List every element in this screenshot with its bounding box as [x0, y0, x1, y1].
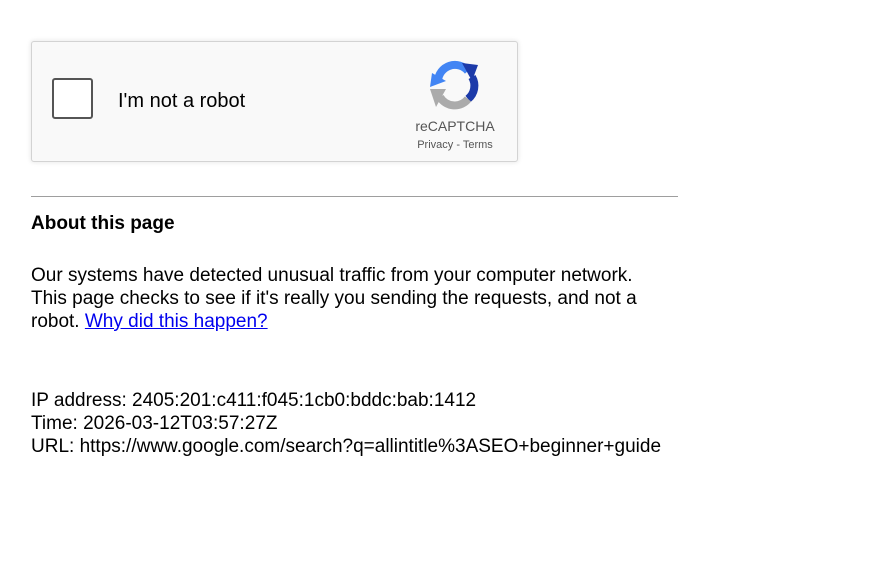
recaptcha-widget: I'm not a robot reCAPTCHA Privacy - Term… [31, 41, 518, 162]
time: Time: 2026-03-12T03:57:27Z [31, 413, 278, 434]
about-title: About this page [31, 213, 175, 234]
divider [31, 196, 678, 197]
privacy-link[interactable]: Privacy [417, 139, 453, 151]
not-a-robot-checkbox[interactable] [52, 78, 93, 119]
request-info: IP address: 2405:201:c411:f045:1cb0:bddc… [31, 389, 691, 458]
about-text: Our systems have detected unusual traffi… [31, 264, 656, 333]
ip-address: IP address: 2405:201:c411:f045:1cb0:bddc… [31, 390, 477, 411]
recaptcha-brand: reCAPTCHA [415, 118, 495, 134]
url: URL: https://www.google.com/search?q=all… [31, 436, 662, 457]
why-did-this-happen-link[interactable]: Why did this happen? [85, 311, 268, 332]
recaptcha-links: Privacy - Terms [392, 138, 518, 152]
recaptcha-logo-icon [430, 60, 479, 110]
links-separator: - [453, 139, 463, 151]
terms-link[interactable]: Terms [463, 139, 493, 151]
checkbox-label: I'm not a robot [118, 90, 246, 112]
